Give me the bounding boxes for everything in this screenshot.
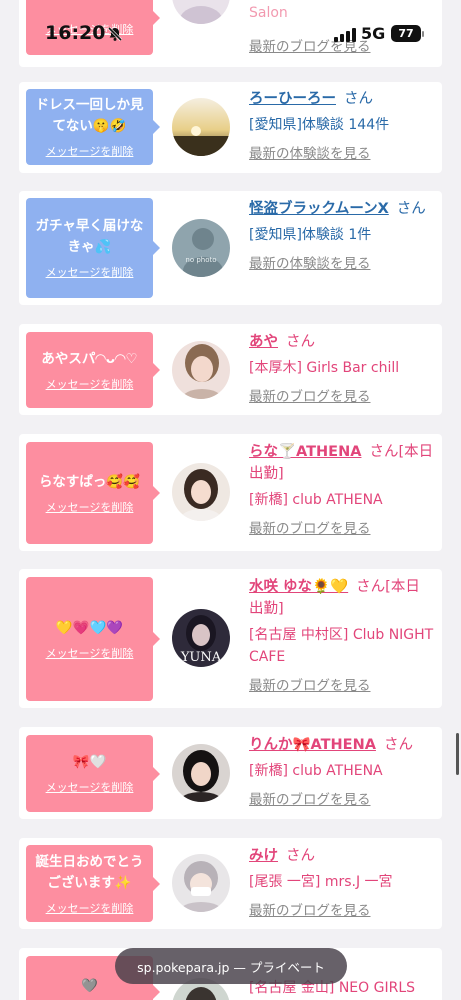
shop-info: [尾張 一宮] mrs.J 一宮 (249, 874, 393, 890)
message-bubble: メッセージを削除 (26, 0, 160, 55)
user-name-link[interactable]: 水咲 ゆな🌻💛 (249, 579, 348, 595)
message-text: 誕生日おめでとうございます✨ (35, 853, 144, 891)
delete-message-link[interactable]: メッセージを削除 (46, 645, 134, 661)
user-name-link[interactable]: ろーひーろー (249, 91, 336, 107)
delete-message-link[interactable]: メッセージを削除 (46, 143, 134, 159)
user-name-link[interactable]: あや (249, 334, 278, 350)
avatar[interactable] (172, 341, 230, 399)
message-text: 🩶 (81, 977, 98, 994)
review-info: [愛知県]体験談 1件 (249, 227, 372, 243)
avatar[interactable] (172, 854, 230, 912)
latest-blog-link[interactable]: 最新のブログを見る (249, 385, 434, 405)
shop-info: Salon (249, 5, 288, 21)
no-photo-label: no photo (185, 256, 216, 264)
message-bubble: あやスパ◠ᴗ◠♡ メッセージを削除 (26, 332, 160, 408)
message-text: 💛💗🩵💜 (55, 619, 124, 636)
latest-blog-link[interactable]: 最新のブログを見る (249, 35, 434, 55)
avatar[interactable]: YUNA (172, 609, 230, 667)
message-card: 誕生日おめでとうございます✨ メッセージを削除 みけ さん [尾張 一宮] mrs… (19, 838, 442, 929)
latest-blog-link[interactable]: 最新のブログを見る (249, 517, 434, 537)
review-info: [愛知県]体験談 144件 (249, 117, 390, 133)
latest-review-link[interactable]: 最新の体験談を見る (249, 252, 434, 272)
message-bubble: 💛💗🩵💜 メッセージを削除 (26, 577, 160, 701)
user-name-link[interactable]: りんか🎀ATHENA (249, 737, 376, 753)
message-bubble: 誕生日おめでとうございます✨ メッセージを削除 (26, 845, 160, 922)
message-card: 💛💗🩵💜 メッセージを削除 YUNA 水咲 ゆな🌻💛 さん[本日出勤] [名古屋 … (19, 569, 442, 708)
message-text: ドレス一回しか見てない🤫🤣 (35, 97, 144, 134)
delete-message-link[interactable]: メッセージを削除 (46, 264, 134, 280)
message-card: ドレス一回しか見てない🤫🤣 メッセージを削除 ろーひーろー さん [愛知県]体験談… (19, 82, 442, 173)
delete-message-link[interactable]: メッセージを削除 (46, 376, 134, 392)
avatar[interactable] (172, 744, 230, 802)
delete-message-link[interactable]: メッセージを削除 (46, 499, 134, 515)
scrollbar-thumb[interactable] (456, 733, 459, 775)
latest-blog-link[interactable]: 最新のブログを見る (249, 899, 434, 919)
message-bubble: ドレス一回しか見てない🤫🤣 メッセージを削除 (26, 89, 160, 165)
message-card: 🎀🤍 メッセージを削除 りんか🎀ATHENA さん [新橋] club ATHEN… (19, 727, 442, 819)
message-bubble: らなすぱっ🥰🥰 メッセージを削除 (26, 442, 160, 544)
message-card: あやスパ◠ᴗ◠♡ メッセージを削除 あや さん [本厚木] Girls Bar c… (19, 324, 442, 415)
message-card: らなすぱっ🥰🥰 メッセージを削除 らな🍸ATHENA さん[本日出勤] [新橋] … (19, 434, 442, 551)
latest-blog-link[interactable]: 最新のブログを見る (249, 674, 434, 694)
browser-url-bar[interactable]: sp.pokepara.jp — プライベート (115, 948, 347, 984)
message-text: 🎀🤍 (72, 754, 107, 770)
url-text: sp.pokepara.jp — プライベート (137, 959, 325, 975)
message-bubble: 🎀🤍 メッセージを削除 (26, 735, 160, 812)
avatar[interactable] (172, 98, 230, 156)
latest-blog-link[interactable]: 最新のブログを見る (249, 788, 434, 808)
avatar[interactable] (172, 0, 230, 24)
latest-review-link[interactable]: 最新の体験談を見る (249, 142, 434, 162)
message-card: メッセージを削除 Salon 最新のブログを見る (19, 0, 442, 67)
avatar[interactable]: no photo (172, 219, 230, 277)
avatar[interactable] (172, 463, 230, 521)
shop-info: [新橋] club ATHENA (249, 492, 383, 508)
user-name-link[interactable]: 怪盗ブラックムーンX (249, 201, 389, 217)
message-text: ガチャ早く届けなきゃ💦 (35, 218, 144, 255)
user-name-link[interactable]: みけ (249, 848, 278, 864)
shop-info: [新橋] club ATHENA (249, 763, 383, 779)
delete-message-link[interactable]: メッセージを削除 (46, 779, 134, 795)
shop-info: [本厚木] Girls Bar chill (249, 360, 400, 376)
user-name-link[interactable]: らな🍸ATHENA (249, 444, 361, 460)
delete-message-link[interactable]: メッセージを削除 (46, 900, 134, 916)
message-card: ガチャ早く届けなきゃ💦 メッセージを削除 no photo 怪盗ブラックムーンX… (19, 191, 442, 305)
delete-message-link[interactable]: メッセージを削除 (46, 21, 134, 37)
message-bubble: ガチャ早く届けなきゃ💦 メッセージを削除 (26, 198, 160, 298)
shop-info: [名古屋 中村区] Club NIGHT CAFE (249, 627, 434, 665)
avatar-name-overlay: YUNA (180, 650, 222, 665)
message-text: あやスパ◠ᴗ◠♡ (41, 350, 138, 367)
message-text: らなすぱっ🥰🥰 (38, 473, 141, 490)
